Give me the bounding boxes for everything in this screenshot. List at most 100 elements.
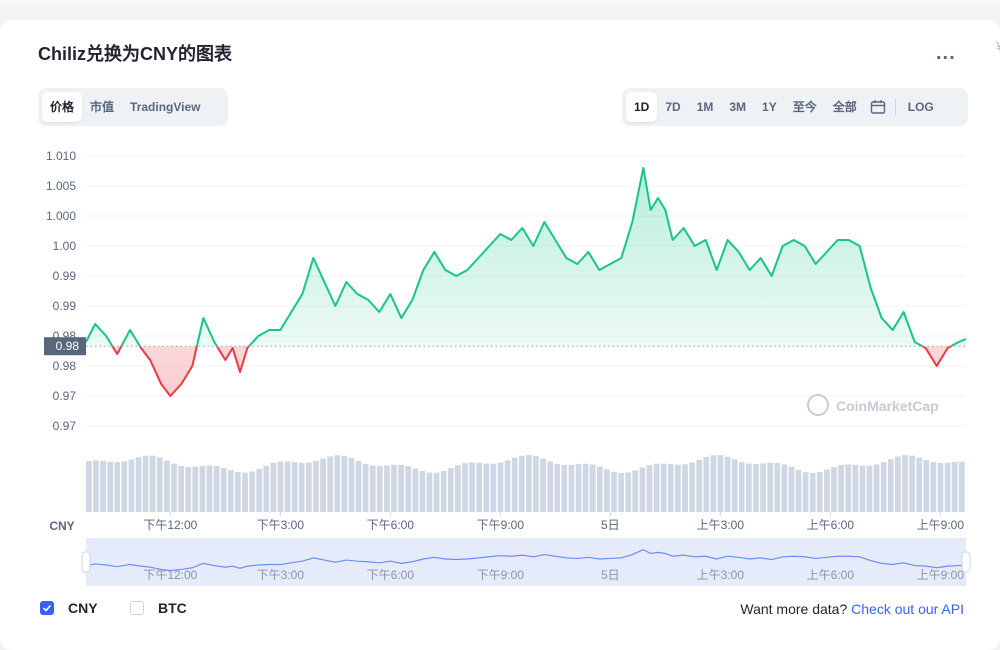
x-tick-label: 上午3:00 bbox=[697, 518, 745, 532]
api-promo-text: Want more data? bbox=[740, 601, 848, 617]
volume-bar bbox=[618, 472, 624, 512]
volume-bar bbox=[540, 458, 546, 512]
volume-bar bbox=[348, 457, 355, 512]
volume-bar bbox=[958, 461, 965, 512]
volume-bar bbox=[405, 466, 412, 512]
volume-bar bbox=[696, 459, 703, 512]
x-tick-label: 上午9:00 bbox=[917, 518, 965, 532]
volume-bar bbox=[781, 464, 788, 512]
volume-bar bbox=[242, 472, 248, 512]
volume-bar bbox=[710, 455, 717, 512]
volume-bar bbox=[774, 462, 781, 512]
y-tick-label: 0.99 bbox=[53, 299, 77, 313]
volume-bar bbox=[554, 463, 561, 512]
volume-bar bbox=[270, 463, 277, 512]
volume-bar bbox=[178, 466, 184, 512]
volume-bar bbox=[171, 463, 177, 512]
volume-bar bbox=[284, 461, 291, 512]
volume-bar bbox=[596, 466, 603, 512]
volume-bar bbox=[220, 467, 227, 512]
volume-bar bbox=[909, 455, 915, 512]
volume-bar bbox=[731, 459, 738, 512]
volume-bar bbox=[227, 470, 234, 512]
volume-bar bbox=[511, 457, 518, 512]
volume-bar bbox=[100, 460, 106, 512]
x-tick-label: 上午6:00 bbox=[807, 518, 855, 532]
navigator-tick-label: 下午6:00 bbox=[367, 568, 415, 582]
navigator-tick-label: 上午3:00 bbox=[697, 568, 745, 582]
volume-bar bbox=[384, 465, 390, 512]
volume-bar bbox=[526, 455, 532, 512]
checkbox-unchecked-icon[interactable] bbox=[130, 601, 144, 615]
volume-bar bbox=[447, 468, 454, 512]
volume-bar bbox=[213, 466, 220, 512]
volume-bar bbox=[206, 465, 213, 512]
volume-bar bbox=[86, 461, 92, 512]
volume-bar bbox=[476, 462, 483, 512]
legend-cny-label: CNY bbox=[68, 600, 98, 616]
volume-bar bbox=[504, 460, 511, 512]
checkbox-checked-icon[interactable] bbox=[40, 601, 54, 615]
navigator-handle[interactable] bbox=[81, 551, 91, 573]
volume-bar bbox=[717, 455, 724, 512]
volume-bar bbox=[128, 459, 135, 512]
navigator-tick-label: 下午12:00 bbox=[143, 568, 197, 582]
volume-bar bbox=[142, 455, 149, 512]
api-link[interactable]: Check out our API bbox=[851, 601, 964, 617]
volume-bar bbox=[611, 471, 617, 512]
volume-bar bbox=[646, 465, 653, 512]
volume-bar bbox=[156, 457, 163, 512]
volume-bar bbox=[547, 461, 553, 512]
x-tick-label: 下午3:00 bbox=[257, 518, 305, 532]
volume-bar bbox=[809, 472, 816, 512]
volume-bar bbox=[426, 472, 433, 512]
volume-bar bbox=[277, 461, 284, 512]
volume-bar bbox=[334, 455, 341, 512]
volume-bar bbox=[419, 471, 426, 512]
volume-bar bbox=[895, 456, 901, 512]
volume-bar bbox=[795, 470, 802, 512]
volume-bar bbox=[944, 462, 951, 512]
volume-bar bbox=[816, 471, 823, 512]
volume-bar bbox=[306, 462, 312, 512]
volume-bar bbox=[831, 467, 837, 512]
navigator-handle[interactable] bbox=[961, 551, 971, 573]
navigator-tick-label: 下午9:00 bbox=[477, 568, 525, 582]
legend-cny[interactable]: CNY bbox=[40, 600, 98, 616]
navigator-tick-label: 上午6:00 bbox=[807, 568, 855, 582]
volume-bar bbox=[589, 464, 596, 512]
volume-bar bbox=[412, 468, 419, 512]
volume-bar bbox=[746, 463, 752, 512]
volume-bar bbox=[107, 461, 113, 512]
volume-bar bbox=[738, 461, 745, 512]
volume-bar bbox=[185, 467, 192, 512]
volume-bar bbox=[951, 462, 958, 512]
volume-bar bbox=[192, 466, 199, 512]
volume-bar bbox=[937, 463, 944, 512]
volume-bar bbox=[533, 456, 539, 512]
volume-bar bbox=[724, 456, 731, 512]
volume-bar bbox=[873, 464, 880, 512]
volume-bar bbox=[887, 459, 894, 512]
volume-bar bbox=[838, 465, 844, 512]
volume-bar bbox=[667, 464, 674, 512]
area-above bbox=[86, 168, 966, 347]
volume-bar bbox=[291, 462, 298, 512]
volume-bar bbox=[767, 462, 773, 512]
navigator-tick-label: 5日 bbox=[601, 568, 620, 582]
volume-bar bbox=[497, 462, 504, 512]
volume-bar bbox=[753, 463, 759, 512]
volume-bar bbox=[902, 455, 908, 512]
volume-bar bbox=[114, 462, 121, 512]
volume-bar bbox=[632, 470, 639, 512]
volume-bar bbox=[802, 472, 809, 512]
legend-btc[interactable]: BTC bbox=[130, 600, 187, 616]
volume-bar bbox=[682, 464, 688, 512]
y-tick-label: 0.97 bbox=[53, 419, 77, 433]
watermark: CoinMarketCap bbox=[836, 398, 939, 414]
volume-bar bbox=[483, 463, 490, 512]
volume-bar bbox=[376, 466, 383, 512]
volume-bar bbox=[561, 464, 568, 512]
volume-bar bbox=[689, 462, 695, 512]
volume-bar bbox=[93, 460, 99, 512]
